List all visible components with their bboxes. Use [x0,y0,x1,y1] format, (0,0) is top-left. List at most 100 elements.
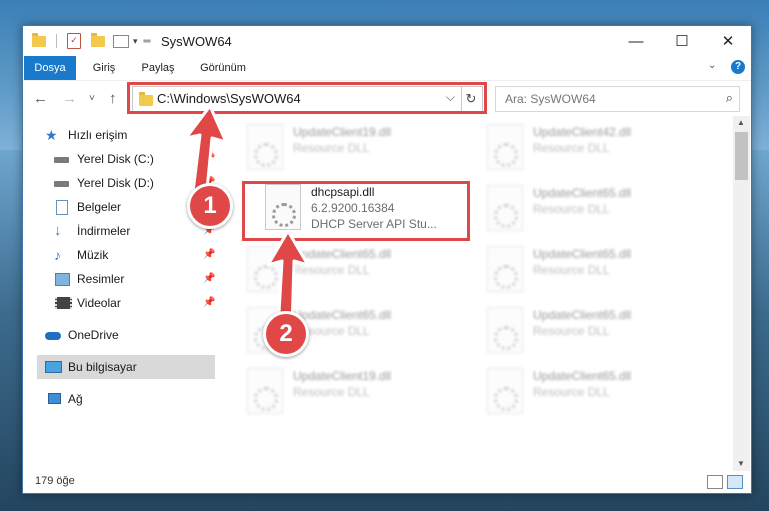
forward-arrow-icon[interactable]: → [62,90,77,107]
file-description: Resource DLL [293,385,370,399]
tab-file[interactable]: Dosya [24,56,76,80]
properties-icon[interactable]: ✓ [67,33,81,49]
toolbar-divider [56,34,57,48]
sidebar-item-network[interactable]: Ağ [45,388,83,410]
dll-file-icon [247,368,283,414]
sidebar-item-label: OneDrive [68,328,119,342]
search-placeholder: Ara: SysWOW64 [505,92,596,106]
sidebar-item-pictures[interactable]: Resimler [54,268,124,290]
sidebar-item-label: İndirmeler [77,224,131,238]
dll-file-icon [487,368,523,414]
search-input[interactable]: Ara: SysWOW64 ⌕ [495,86,740,112]
large-icons-view-icon[interactable] [727,475,743,489]
drive-icon [54,152,70,166]
file-tile[interactable]: UpdateClient65.dll Resource DLL [481,366,701,418]
ribbon-tabs: Dosya Giriş Paylaş Görünüm ⌄ ? [23,56,751,80]
file-name: UpdateClient19.dll [293,369,392,383]
network-icon [45,392,61,406]
dll-file-icon [247,124,283,170]
video-icon [54,296,72,310]
tab-share[interactable]: Paylaş [133,56,183,80]
pin-icon[interactable]: 📌 [203,273,215,284]
explorer-window: ✓ ▾ ═ SysWOW64 — ☐ ✕ Dosya Giriş Paylaş … [22,25,752,494]
sidebar-item-documents[interactable]: Belgeler [54,196,121,218]
search-icon: ⌕ [725,90,733,105]
sidebar-item-label: Resimler [77,272,125,286]
file-name: UpdateClient42.dll [533,125,632,139]
step-1-badge: 1 [187,183,233,229]
back-arrow-icon[interactable]: ← [33,90,48,107]
scroll-down-icon[interactable]: ▼ [737,459,745,468]
file-description: Resource DLL [533,263,610,277]
sidebar-item-label: Yerel Disk (D:) [77,176,154,190]
sidebar-item-onedrive[interactable]: OneDrive [45,324,119,346]
layout-icon[interactable] [113,34,129,48]
file-description: Resource DLL [533,324,610,338]
sidebar-item-label: Bu bilgisayar [68,360,137,374]
tab-home[interactable]: Giriş [83,56,125,80]
dll-file-icon [487,124,523,170]
sidebar-item-label: Ağ [68,392,83,406]
file-tile[interactable]: UpdateClient42.dll Resource DLL [481,122,701,174]
dll-file-icon [487,185,523,231]
title-bar: ✓ ▾ ═ SysWOW64 — ☐ ✕ [23,26,751,56]
chevron-down-icon[interactable]: ⌄ [708,60,716,71]
music-icon: ♪ [54,247,61,263]
file-name: UpdateClient19.dll [293,125,392,139]
recent-locations-icon[interactable]: ˅ [89,93,95,104]
close-button[interactable]: ✕ [705,26,751,56]
file-name: UpdateClient65.dll [533,308,632,322]
image-icon [54,272,70,286]
details-view-icon[interactable] [707,475,723,489]
file-name: UpdateClient65.dll [533,369,632,383]
sidebar-item-label: Müzik [77,248,109,262]
customize-toolbar-icon[interactable]: ▾ [133,36,138,47]
file-tile[interactable]: UpdateClient19.dll Resource DLL [241,122,461,174]
sidebar-item-drive-d[interactable]: Yerel Disk (D:) [54,172,154,194]
document-icon [54,200,70,215]
sidebar-item-quick-access[interactable]: ★ Hızlı erişim [45,124,127,146]
computer-icon [45,360,62,374]
help-icon[interactable]: ? [731,60,745,74]
sidebar-item-label: Videolar [77,296,121,310]
pin-toolbar-icon[interactable]: ═ [144,36,151,47]
pin-icon[interactable]: 📌 [203,249,215,260]
sidebar-item-downloads[interactable]: ↓ İndirmeler [54,220,130,242]
sidebar-item-label: Yerel Disk (C:) [77,152,154,166]
window-title: SysWOW64 [161,34,232,49]
file-description: Resource DLL [533,141,610,155]
new-folder-icon[interactable] [91,32,105,47]
file-name: UpdateClient65.dll [533,247,632,261]
status-bar: 179 öğe [23,471,751,493]
dll-file-icon [487,246,523,292]
file-description: Resource DLL [293,141,370,155]
file-tile[interactable]: UpdateClient65.dll Resource DLL [481,183,701,235]
quick-access-toolbar: ✓ ▾ ═ [32,32,151,50]
sidebar-item-music[interactable]: ♪ Müzik [54,244,108,266]
scroll-thumb[interactable] [735,132,748,180]
sidebar-item-drive-c[interactable]: Yerel Disk (C:) [54,148,154,170]
download-icon: ↓ [54,222,62,239]
pin-icon[interactable]: 📌 [203,297,215,308]
maximize-button[interactable]: ☐ [659,26,705,56]
sidebar-item-this-pc[interactable]: Bu bilgisayar [45,356,137,378]
file-tile[interactable]: UpdateClient65.dll Resource DLL [481,305,701,357]
step-2-badge: 2 [263,311,309,357]
file-description: Resource DLL [533,385,610,399]
scroll-up-icon[interactable]: ▲ [737,118,745,127]
item-count: 179 öğe [35,475,75,487]
sidebar-item-label: Belgeler [77,200,122,214]
file-name: UpdateClient65.dll [533,186,632,200]
file-tile[interactable]: UpdateClient65.dll Resource DLL [481,244,701,296]
dll-file-icon [487,307,523,353]
file-description: Resource DLL [533,202,610,216]
file-tile[interactable]: UpdateClient19.dll Resource DLL [241,366,461,418]
up-arrow-icon[interactable]: ↑ [109,90,117,107]
folder-icon [32,32,46,47]
tab-view[interactable]: Görünüm [193,56,253,80]
address-row: ← → ˅ ↑ C:\Windows\SysWOW64 ⌵ ↻ Ara: Sys… [23,80,751,117]
minimize-button[interactable]: — [613,26,659,56]
sidebar-item-videos[interactable]: Videolar [54,292,121,314]
sidebar-item-label: Hızlı erişim [68,128,128,142]
vertical-scrollbar[interactable]: ▲ ▼ [733,116,750,471]
